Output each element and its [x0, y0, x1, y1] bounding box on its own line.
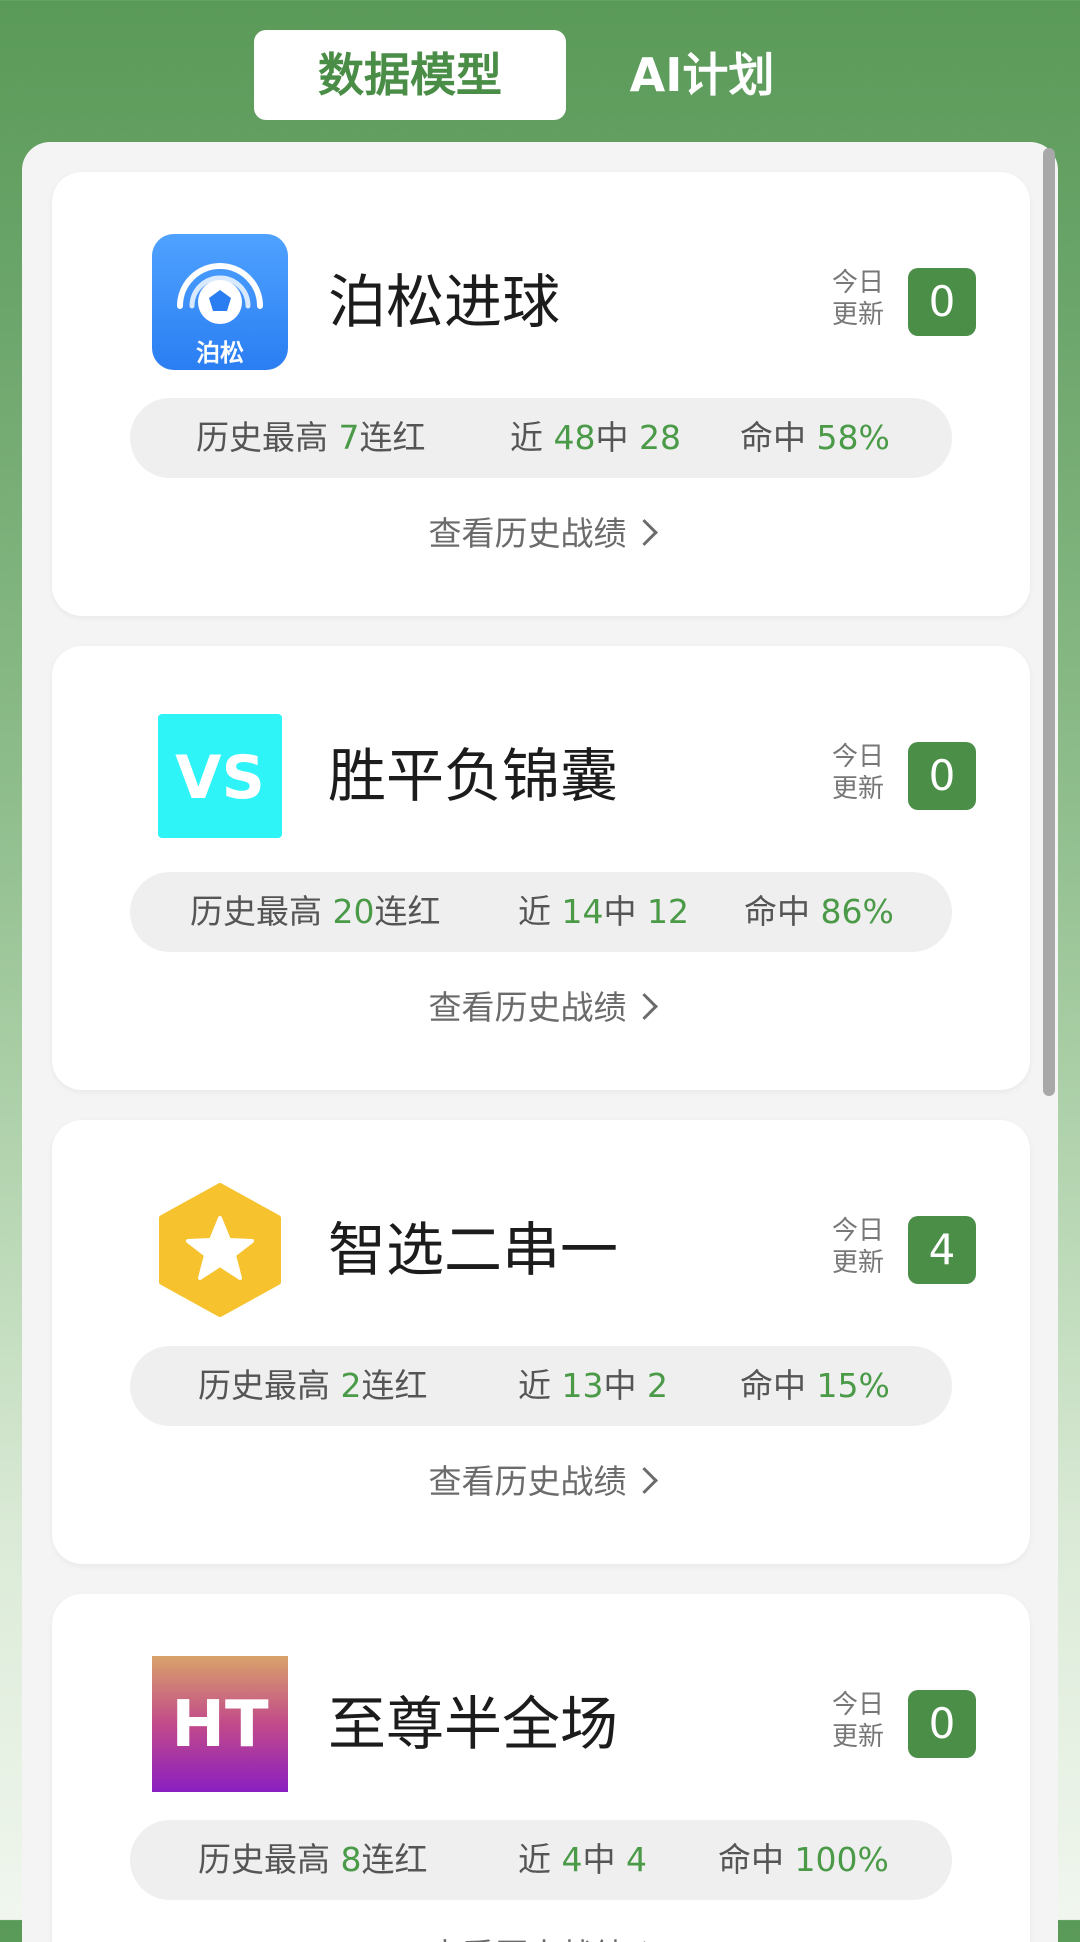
model-card-half-full-time[interactable]: HT 至尊半全场 今日 更新 0 历史最高 8连红 近 4中 4 命中 100%… [52, 1594, 1030, 1942]
today-update-label: 今日 更新 [831, 1216, 884, 1278]
model-list-panel[interactable]: 泊松 泊松进球 今日 更新 0 历史最高 7连红 近 48中 28 命中 58%… [22, 142, 1058, 1942]
chevron-right-icon [630, 519, 658, 546]
view-history-link[interactable]: 查看历史战绩 [52, 502, 1030, 566]
ht-icon-text: HT [171, 1688, 269, 1762]
today-update-label: 今日 更新 [831, 742, 884, 804]
today-update-count-badge: 0 [908, 268, 976, 336]
model-card-win-draw-lose[interactable]: VS 胜平负锦囊 今日 更新 0 历史最高 20连红 近 14中 12 命中 8… [52, 646, 1030, 1090]
poisson-icon-text: 泊松 [196, 339, 244, 367]
view-history-link[interactable]: 查看历史战绩 [52, 1924, 1030, 1942]
card-title: 胜平负锦囊 [328, 742, 619, 810]
stats-pill: 历史最高 20连红 近 14中 12 命中 86% [130, 872, 952, 952]
ht-icon: HT [152, 1656, 288, 1792]
scrollbar[interactable] [1043, 148, 1055, 1096]
stat-max-streak: 历史最高 2连红 [198, 1366, 428, 1405]
card-title: 至尊半全场 [328, 1690, 619, 1758]
stats-pill: 历史最高 8连红 近 4中 4 命中 100% [130, 1820, 952, 1900]
card-title: 智选二串一 [328, 1216, 619, 1284]
today-update-count-badge: 0 [908, 742, 976, 810]
stat-recent: 近 14中 12 [518, 892, 689, 931]
today-update-count-badge: 4 [908, 1216, 976, 1284]
today-update-count-badge: 0 [908, 1690, 976, 1758]
poisson-soccer-icon: 泊松 [152, 234, 288, 370]
stats-pill: 历史最高 7连红 近 48中 28 命中 58% [130, 398, 952, 478]
stat-recent: 近 13中 2 [518, 1366, 668, 1405]
view-history-link[interactable]: 查看历史战绩 [52, 976, 1030, 1040]
star-hexagon-icon [152, 1182, 288, 1318]
tab-data-model[interactable]: 数据模型 [254, 30, 566, 120]
stats-pill: 历史最高 2连红 近 13中 2 命中 15% [130, 1346, 952, 1426]
stat-hit-rate: 命中 86% [744, 892, 894, 931]
stat-max-streak: 历史最高 7连红 [196, 418, 426, 457]
stat-recent: 近 4中 4 [518, 1840, 647, 1879]
stat-hit-rate: 命中 15% [740, 1366, 890, 1405]
stat-max-streak: 历史最高 20连红 [190, 892, 441, 931]
model-card-smart-parlay[interactable]: 智选二串一 今日 更新 4 历史最高 2连红 近 13中 2 命中 15% 查看… [52, 1120, 1030, 1564]
today-update-label: 今日 更新 [831, 1690, 884, 1752]
today-update-label: 今日 更新 [831, 268, 884, 330]
stat-hit-rate: 命中 100% [718, 1840, 889, 1879]
view-history-link[interactable]: 查看历史战绩 [52, 1450, 1030, 1514]
chevron-right-icon [630, 1467, 658, 1494]
card-title: 泊松进球 [328, 268, 561, 336]
top-tab-bar: 数据模型 AI计划 [254, 30, 820, 120]
stat-hit-rate: 命中 58% [740, 418, 890, 457]
stat-max-streak: 历史最高 8连红 [198, 1840, 428, 1879]
chevron-right-icon [630, 993, 658, 1020]
stat-recent: 近 48中 28 [510, 418, 681, 457]
model-card-poisson[interactable]: 泊松 泊松进球 今日 更新 0 历史最高 7连红 近 48中 28 命中 58%… [52, 172, 1030, 616]
tab-ai-plan[interactable]: AI计划 [584, 30, 820, 120]
vs-icon: VS [152, 708, 288, 844]
vs-icon-text: VS [175, 743, 265, 813]
